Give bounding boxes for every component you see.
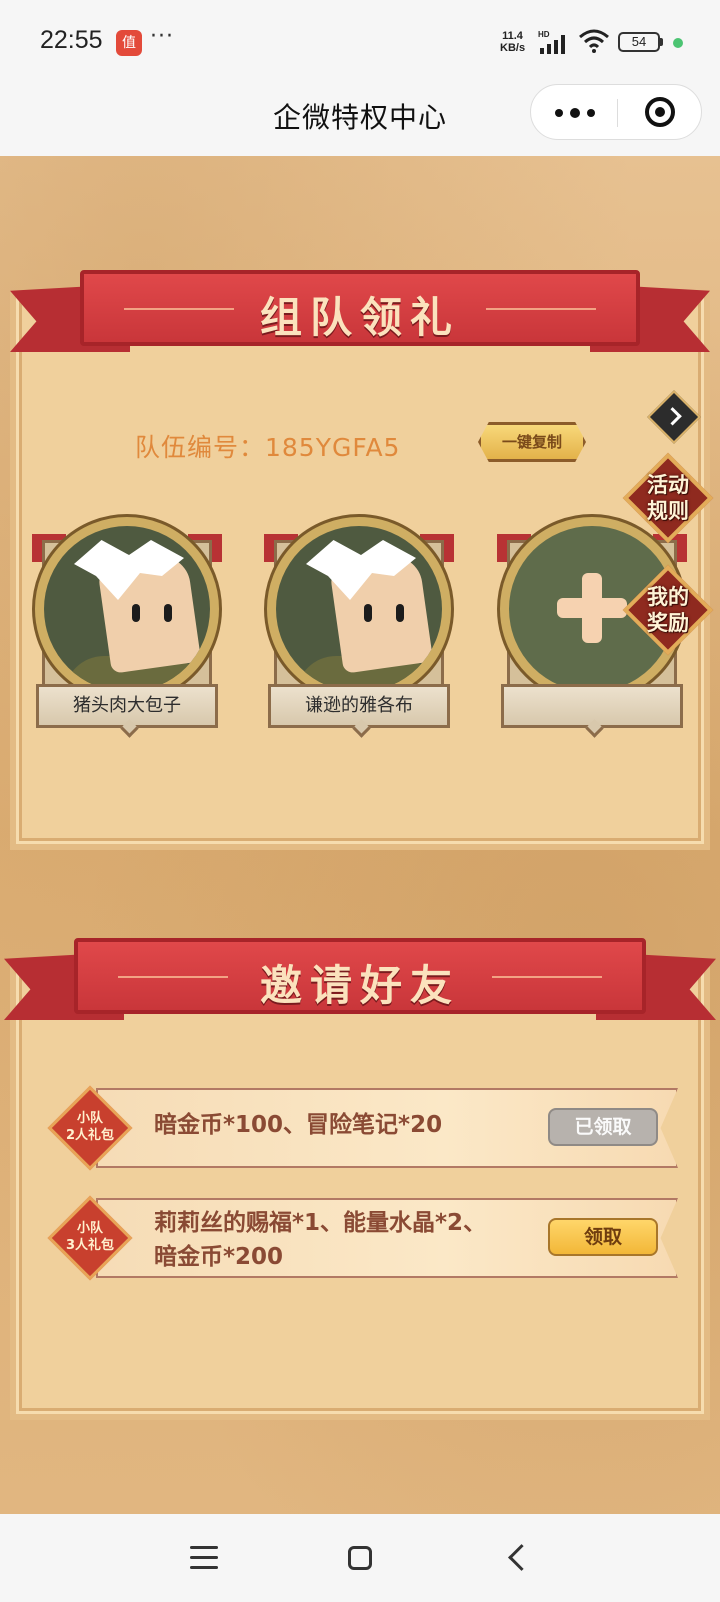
home-icon[interactable] [348,1546,372,1570]
reward-row: 小队 2人礼包 暗金币*100、冒险笔记*20 已领取 [44,1084,678,1171]
invite-banner: 邀请好友 [4,938,716,1020]
claimed-button[interactable]: 已领取 [548,1108,658,1146]
avatar [44,526,210,692]
signal-icon: HD [538,30,565,54]
system-nav-bar [0,1514,720,1602]
team-banner-title: 组队领礼 [259,293,460,342]
my-rewards-label: 我的 奖励 [647,585,689,635]
invite-panel [10,960,710,1420]
activity-rules-label: 活动 规则 [647,473,689,523]
team-id-label: 队伍编号：185YGFA5 [135,433,401,462]
activity-rules-button[interactable]: 活动 规则 [622,452,714,544]
status-time: 22:55 [40,26,103,54]
battery-icon: 54 [618,32,660,52]
status-bar: 22:55 值 ··· 11.4 KB/s HD 54 [0,0,720,80]
capsule-divider [617,99,618,127]
title-bar: 企微特权中心 [0,80,720,156]
claim-button[interactable]: 领取 [548,1218,658,1256]
member-name-empty [501,684,683,728]
svg-text:HD: HD [538,30,550,39]
gift-badge: 小队 3人礼包 [47,1195,133,1281]
avatar [276,526,442,692]
more-menu-button[interactable] [531,85,617,139]
reward-description: 暗金币*100、冒险笔记*20 [154,1112,443,1138]
copy-team-id-button[interactable]: 一键复制 [478,422,586,462]
menu-icon[interactable] [190,1546,218,1570]
member-name: 猪头肉大包子 [36,684,218,728]
my-rewards-button[interactable]: 我的 奖励 [622,564,714,656]
reward-row: 小队 3人礼包 莉莉丝的赐福*1、能量水晶*2、 暗金币*200 领取 [44,1194,678,1281]
team-banner: 组队领礼 [10,270,710,352]
close-miniprogram-button[interactable] [645,97,675,127]
wifi-icon [579,29,609,53]
invite-banner-title: 邀请好友 [259,961,460,1010]
gift-badge: 小队 2人礼包 [47,1085,133,1171]
reward-description: 莉莉丝的赐福*1、能量水晶*2、 暗金币*200 [154,1210,487,1270]
battery-tip [660,38,663,46]
camera-indicator-dot [673,38,683,48]
network-speed: 11.4 KB/s [500,30,526,54]
team-member-slot[interactable]: 谦逊的雅各布 [264,510,454,730]
member-name: 谦逊的雅各布 [268,684,450,728]
miniprogram-capsule [530,84,702,140]
back-icon[interactable] [508,1544,535,1571]
notification-app-icon: 值 [116,30,142,56]
more-notifications-icon: ··· [150,24,174,49]
team-member-slot[interactable]: 猪头肉大包子 [32,510,222,730]
